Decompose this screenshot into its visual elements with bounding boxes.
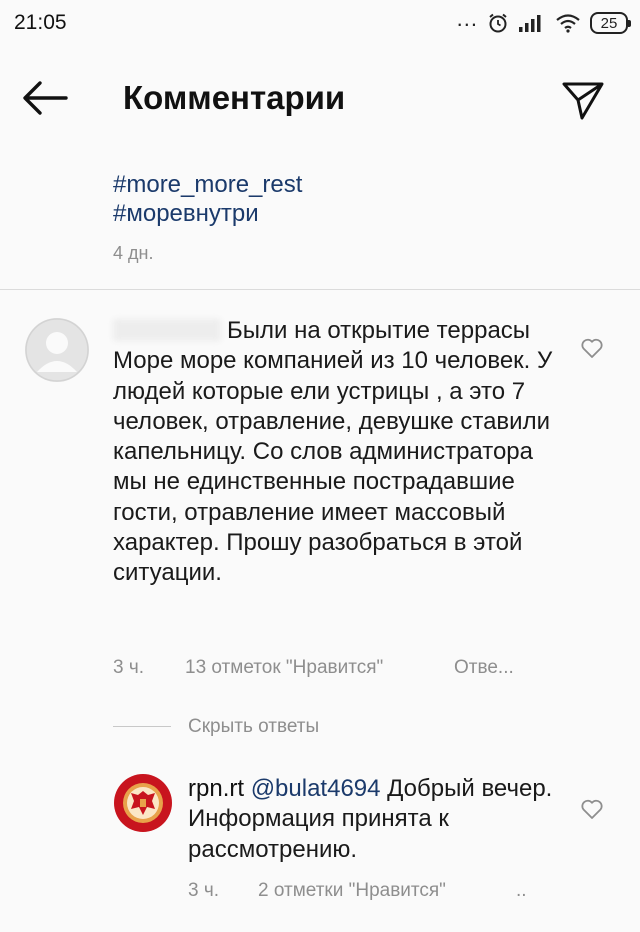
reply-more[interactable]: ..	[516, 880, 527, 902]
comment-likes[interactable]: 13 отметок "Нравится"	[185, 657, 383, 679]
direct-send-icon[interactable]	[558, 74, 608, 124]
hashtag-link[interactable]: #more_more_rest	[113, 170, 302, 199]
header: Комментарии	[0, 52, 640, 148]
reply-mention[interactable]: @bulat4694	[251, 775, 381, 802]
blurred-username[interactable]	[113, 319, 221, 341]
hashtag-link[interactable]: #моревнутри	[113, 199, 302, 228]
hide-replies-button[interactable]: Скрыть ответы	[188, 716, 319, 738]
replies-line	[113, 726, 171, 727]
status-bar: 21:05 ... 25	[0, 0, 640, 46]
back-arrow-icon[interactable]	[18, 74, 72, 122]
divider	[0, 289, 640, 290]
default-avatar-icon	[25, 318, 89, 382]
reply-username[interactable]: rpn.rt	[188, 775, 244, 802]
avatar[interactable]	[25, 318, 89, 382]
reply-time: 3 ч.	[188, 880, 220, 901]
notification-dots: ...	[456, 6, 478, 31]
heart-icon[interactable]	[580, 337, 604, 359]
wifi-icon	[556, 14, 580, 33]
page-title: Комментарии	[123, 79, 346, 116]
post-caption: #more_more_rest #моревнутри	[113, 170, 302, 228]
status-icons: ... 25	[456, 6, 631, 36]
battery-level: 25	[600, 14, 618, 32]
battery-icon: 25	[590, 12, 631, 34]
reply-body: rpn.rt @bulat4694 Добрый вечер. Информац…	[188, 774, 563, 865]
comment-time: 3 ч.	[113, 657, 145, 678]
reply-likes[interactable]: 2 отметки "Нравится"	[258, 880, 446, 902]
status-time: 21:05	[14, 11, 67, 34]
rpn-logo-avatar[interactable]	[113, 773, 173, 833]
caption-timestamp: 4 дн.	[113, 243, 154, 263]
reply-button[interactable]: Отве...	[454, 657, 514, 679]
comment-text: Были на открытие террасы Море море компа…	[113, 317, 553, 587]
signal-icon	[519, 15, 541, 32]
heart-icon[interactable]	[580, 798, 604, 820]
alarm-icon	[489, 13, 507, 33]
comment-body: Были на открытие террасы Море море компа…	[113, 316, 563, 589]
